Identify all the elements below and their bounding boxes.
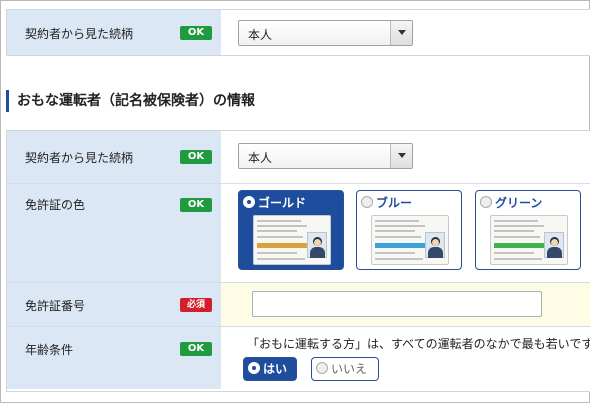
- age-condition-label: 年齢条件: [25, 343, 74, 357]
- license-number-label: 免許証番号: [25, 299, 86, 313]
- policyholder-card: 契約者から見た続柄 OK 本人: [6, 9, 590, 56]
- ok-badge: OK: [180, 26, 212, 40]
- radio-unselected-icon: [480, 196, 492, 208]
- person-photo-icon: [544, 232, 564, 258]
- option-header: ブルー: [361, 194, 412, 211]
- license-option-blue[interactable]: ブルー: [356, 190, 462, 270]
- relationship-row: 契約者から見た続柄 OK 本人: [7, 131, 590, 183]
- label-cell: 年齢条件 OK: [7, 327, 221, 389]
- option-header: グリーン: [480, 194, 542, 211]
- license-card-icon: [490, 215, 568, 265]
- license-color-row: 免許証の色 OK ゴールド ブルー グリーン: [7, 183, 590, 282]
- no-radio-button[interactable]: いいえ: [311, 357, 379, 381]
- ok-badge: OK: [180, 198, 212, 212]
- license-color-label: 免許証の色: [25, 198, 86, 212]
- label-cell: 契約者から見た続柄 OK: [7, 131, 221, 183]
- age-condition-question: 「おもに運転する方」は、すべての運転者のなかで最も若いです: [247, 337, 590, 351]
- license-card-icon: [253, 215, 331, 265]
- driver-info-card: 契約者から見た続柄 OK 本人 免許証の色 OK ゴールド ブルー グリーン 免…: [6, 130, 590, 392]
- radio-unselected-icon: [316, 362, 328, 374]
- license-option-gold[interactable]: ゴールド: [238, 190, 344, 270]
- person-photo-icon: [307, 232, 327, 258]
- license-card-icon: [371, 215, 449, 265]
- license-band-green: [494, 243, 546, 248]
- option-header: ゴールド: [243, 194, 306, 211]
- license-number-input[interactable]: [252, 291, 542, 317]
- relationship-select[interactable]: 本人: [238, 143, 413, 169]
- option-label: グリーン: [495, 196, 543, 210]
- radio-selected-icon: [243, 196, 255, 208]
- relationship-label: 契約者から見た続柄: [25, 151, 134, 165]
- chevron-down-icon[interactable]: [390, 144, 412, 168]
- ok-badge: OK: [180, 150, 212, 164]
- person-photo-icon: [425, 232, 445, 258]
- license-band-gold: [257, 243, 309, 248]
- required-badge: 必須: [180, 298, 212, 312]
- license-band-blue: [375, 243, 427, 248]
- relationship-select-value: 本人: [248, 28, 273, 42]
- ok-badge: OK: [180, 342, 212, 356]
- no-label: いいえ: [331, 362, 368, 376]
- option-label: ブルー: [376, 196, 413, 210]
- option-label: ゴールド: [258, 196, 307, 210]
- license-option-green[interactable]: グリーン: [475, 190, 581, 270]
- relationship-label: 契約者から見た続柄: [25, 27, 134, 41]
- label-cell: 契約者から見た続柄 OK: [7, 10, 221, 55]
- yes-radio-button[interactable]: はい: [243, 357, 297, 381]
- chevron-down-icon[interactable]: [390, 21, 412, 45]
- relationship-row-top: 契約者から見た続柄 OK 本人: [7, 10, 590, 55]
- radio-selected-icon: [248, 362, 260, 374]
- relationship-select[interactable]: 本人: [238, 20, 413, 46]
- section-title: おもな運転者（記名被保険者）の情報: [6, 90, 255, 112]
- label-cell: 免許証番号 必須: [7, 283, 221, 326]
- license-number-row: 免許証番号 必須: [7, 282, 590, 326]
- radio-unselected-icon: [361, 196, 373, 208]
- label-cell: 免許証の色 OK: [7, 184, 221, 282]
- age-condition-row: 年齢条件 OK 「おもに運転する方」は、すべての運転者のなかで最も若いです はい…: [7, 326, 590, 389]
- relationship-select-value: 本人: [248, 151, 273, 165]
- yes-label: はい: [263, 362, 288, 376]
